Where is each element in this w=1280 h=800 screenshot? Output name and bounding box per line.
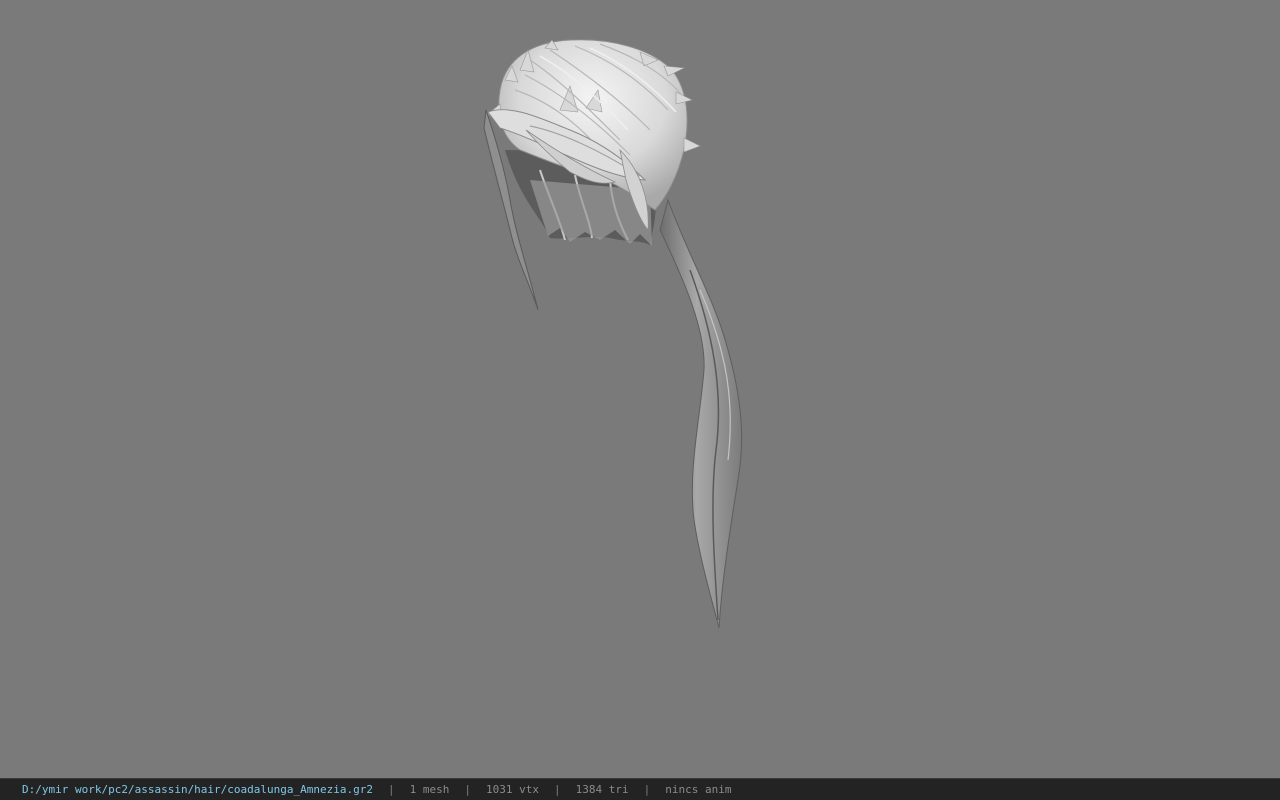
3d-viewport[interactable] — [0, 0, 1280, 778]
triangle-count: 1384 tri — [575, 783, 629, 796]
status-bar: D:/ymir work/pc2/assassin/hair/coadalung… — [0, 778, 1280, 800]
file-path: D:/ymir work/pc2/assassin/hair/coadalung… — [22, 783, 373, 796]
vertex-count: 1031 vtx — [486, 783, 539, 796]
separator: | — [388, 783, 395, 796]
mesh-count: 1 mesh — [409, 783, 450, 796]
hair-model-icon — [483, 39, 743, 629]
separator: | — [464, 783, 471, 796]
separator: | — [643, 783, 651, 796]
animation-status: nincs anim — [665, 783, 732, 796]
separator: | — [553, 783, 561, 796]
